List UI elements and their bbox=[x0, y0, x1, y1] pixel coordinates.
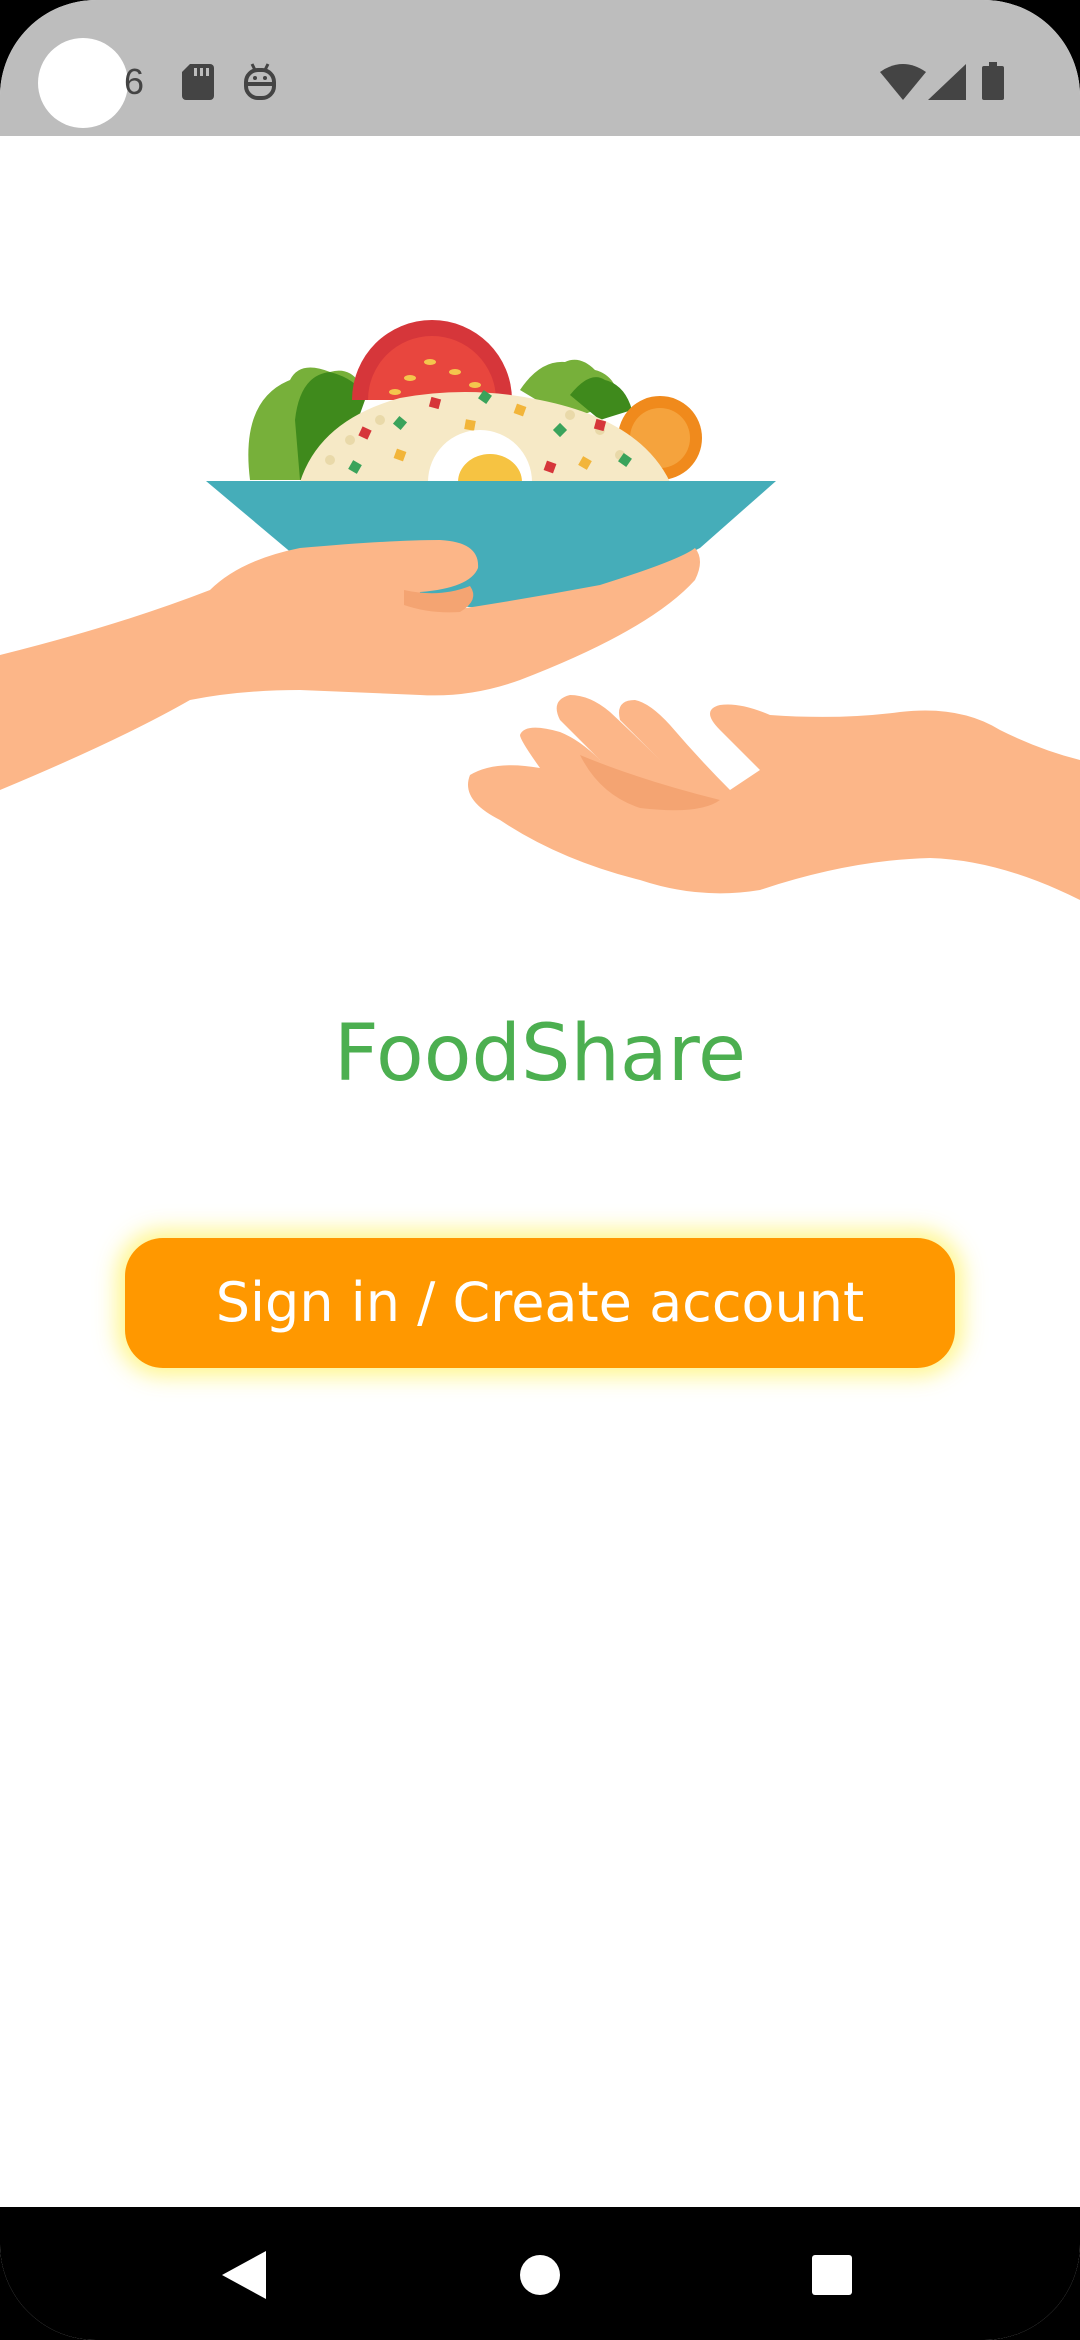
navigation-bar bbox=[0, 2207, 1080, 2340]
recents-icon[interactable] bbox=[812, 2255, 852, 2295]
home-icon[interactable] bbox=[520, 2255, 560, 2295]
signal-icon bbox=[928, 64, 966, 100]
receiving-hand bbox=[468, 695, 1080, 900]
camera-cutout bbox=[38, 38, 128, 128]
battery-icon bbox=[982, 62, 1004, 100]
screen: 6 FoodShare Sign in / Create account bbox=[0, 0, 1080, 2340]
status-time: 6 bbox=[124, 61, 145, 102]
status-bar: 6 bbox=[0, 0, 1080, 136]
app-title: FoodShare bbox=[333, 1009, 747, 1099]
signin-create-account-button[interactable]: Sign in / Create account bbox=[125, 1238, 955, 1368]
back-icon[interactable] bbox=[222, 2251, 266, 2299]
sd-card-icon bbox=[182, 64, 214, 100]
food-sharing-hands-illustration bbox=[0, 320, 1080, 900]
robot-icon bbox=[244, 63, 276, 100]
wifi-icon bbox=[880, 64, 926, 100]
